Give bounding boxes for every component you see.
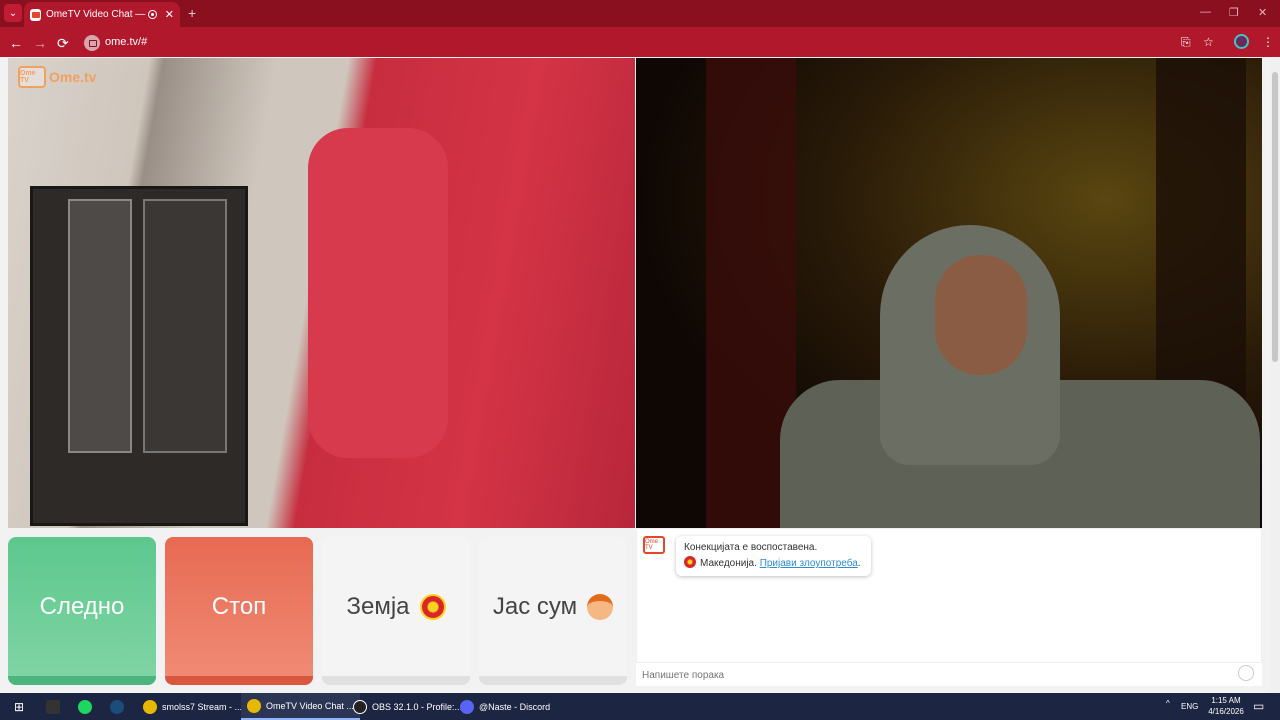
clock-time: 1:15 AM [1211, 696, 1241, 705]
tv-icon: Ome TV [18, 66, 46, 88]
partner-country: Македонија. [700, 558, 757, 569]
restore-button[interactable]: ❐ [1229, 6, 1239, 19]
report-suffix: . [857, 558, 861, 569]
install-app-icon[interactable]: ⎘ [1181, 35, 1191, 50]
gender-button[interactable]: Јас сум [479, 537, 627, 685]
taskbar-item-obs[interactable]: OBS 32.1.0 - Profile:... [347, 693, 468, 720]
obs-icon [353, 699, 367, 714]
back-button[interactable]: ← [9, 35, 23, 51]
new-tab-button[interactable]: + [188, 5, 196, 21]
taskbar-item-label: OmeTV Video Chat ... [266, 700, 354, 711]
clock-date: 4/16/2026 [1208, 707, 1244, 716]
next-label: Следно [39, 592, 125, 620]
minimize-button[interactable]: — [1200, 6, 1211, 18]
stop-label: Стоп [211, 592, 267, 620]
tab-close-icon[interactable]: ✕ [165, 8, 174, 21]
taskbar-pin-epic[interactable] [40, 693, 71, 720]
taskbar-item-discord[interactable]: @Naste - Discord [454, 693, 556, 720]
taskbar-item-ometv[interactable]: OmeTV Video Chat ... [241, 693, 360, 720]
taskbar-item-label: smolss7 Stream - ... [162, 701, 243, 712]
chrome-icon [247, 698, 261, 713]
tab-strip: ⌄ OmeTV Video Chat — Ome ✕ + — ❐ ✕ [0, 0, 1280, 27]
browser-menu-icon[interactable]: ⋮ [1262, 35, 1274, 49]
message-input[interactable] [642, 667, 1222, 683]
windows-taskbar: ⊞ smolss7 Stream - ... OmeTV Video Chat … [0, 693, 1280, 720]
spotify-icon [78, 699, 92, 714]
macedonia-flag-icon [419, 593, 446, 620]
chrome-icon [143, 699, 157, 714]
remote-video-person [308, 128, 448, 458]
system-clock[interactable]: 1:15 AM 4/16/2026 [1198, 695, 1254, 717]
stop-button[interactable]: Стоп [165, 537, 313, 685]
mini-flag-icon [684, 556, 696, 568]
language-indicator[interactable]: ENG [1181, 702, 1198, 711]
bookmark-star-icon[interactable]: ☆ [1203, 35, 1214, 49]
page-scrollbar[interactable] [1270, 58, 1280, 694]
taskbar-item-label: OBS 32.1.0 - Profile:... [372, 701, 463, 712]
remote-video-cabinet [30, 186, 248, 526]
recording-icon [148, 10, 157, 19]
country-label: Земја [346, 592, 410, 620]
logo-text: Ome.tv [49, 69, 97, 85]
windows-icon: ⊞ [14, 699, 25, 714]
reload-button[interactable]: ⟳ [57, 35, 69, 51]
message-bar [636, 662, 1262, 686]
notification-icon[interactable]: ▭ [1253, 699, 1264, 713]
discord-icon [460, 699, 474, 714]
taskbar-item-label: @Naste - Discord [479, 701, 551, 712]
gender-label: Јас сум [492, 592, 578, 620]
epic-games-icon [46, 699, 60, 714]
scrollbar-thumb[interactable] [1272, 72, 1278, 362]
system-message: Конекцијата е воспоставена. Македонија. … [676, 536, 871, 576]
taskbar-pin-spotify[interactable] [72, 693, 103, 720]
chat-ometv-icon: Ome TV [643, 536, 665, 554]
close-window-button[interactable]: ✕ [1258, 6, 1267, 19]
profile-avatar[interactable] [1234, 34, 1249, 49]
ometv-logo[interactable]: Ome TV Ome.tv [18, 66, 96, 88]
connection-status: Конекцијата е воспоставена. [684, 542, 818, 553]
local-video-face [935, 255, 1027, 375]
emoji-picker-icon[interactable] [1238, 665, 1254, 681]
start-button[interactable]: ⊞ [8, 693, 30, 720]
country-button[interactable]: Земја [322, 537, 470, 685]
report-abuse-link[interactable]: Пријави злоупотреба [760, 558, 858, 569]
browser-toolbar [0, 27, 1280, 57]
ometv-favicon-icon [30, 8, 41, 21]
forward-button[interactable]: → [33, 35, 47, 51]
tab-search-button[interactable]: ⌄ [4, 4, 22, 22]
site-info-icon[interactable] [84, 35, 100, 51]
address-bar[interactable]: ome.tv/# [105, 36, 147, 48]
tray-overflow-icon[interactable]: ^ [1166, 699, 1170, 708]
next-button[interactable]: Следно [8, 537, 156, 685]
tab-ometv[interactable]: OmeTV Video Chat — Ome ✕ [24, 2, 180, 27]
tab-title: OmeTV Video Chat — Ome [45, 9, 146, 20]
steam-icon [110, 699, 124, 714]
remote-video [8, 58, 635, 528]
taskbar-pin-steam[interactable] [104, 693, 135, 720]
taskbar-item-stream[interactable]: smolss7 Stream - ... [137, 693, 248, 720]
boy-emoji-icon [587, 593, 614, 620]
